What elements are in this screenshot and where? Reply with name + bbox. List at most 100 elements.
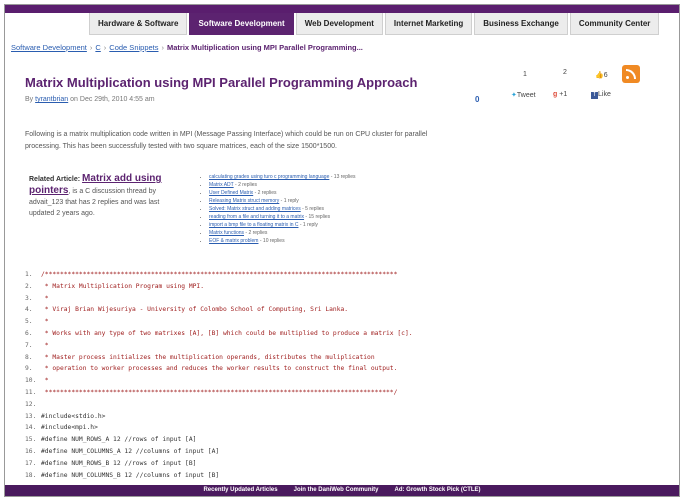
line-number: 15. — [25, 436, 37, 444]
code-text: /***************************************… — [41, 271, 398, 278]
list-item: Releasing Matrix struct memory - 1 reply — [209, 197, 419, 205]
code-line: 16. #define NUM_COLUMNS_A 12 //columns of… — [25, 446, 675, 458]
thread-link[interactable]: reading from a file and turning it to a … — [209, 214, 304, 220]
facebook-like-button[interactable]: f Like — [591, 91, 611, 99]
google-plus-button[interactable]: g +1 — [553, 91, 567, 98]
code-line: 9. * operation to worker processes and r… — [25, 363, 675, 375]
line-number: 12. — [25, 400, 37, 408]
thread-replies: - 5 replies — [300, 206, 325, 212]
rss-feed-icon[interactable] — [622, 65, 640, 83]
nav-tab-community-center[interactable]: Community Center — [569, 13, 660, 35]
line-number: 7. — [25, 341, 33, 349]
code-text: #define NUM_COLUMNS_B 12 //columns of in… — [41, 471, 220, 479]
line-number: 17. — [25, 459, 37, 467]
code-line: 5. * — [25, 316, 675, 328]
list-item: Matrix functions - 2 replies — [209, 229, 419, 237]
share-count: 2 — [563, 69, 567, 76]
join-community-link[interactable]: Join the DaniWeb Community — [294, 485, 379, 496]
thread-replies: - 15 replies — [304, 214, 331, 220]
thread-replies: - 1 reply — [298, 222, 318, 228]
nav-tab-internet-marketing[interactable]: Internet Marketing — [384, 13, 473, 35]
code-text: * Works with any type of two matrixes [A… — [41, 329, 413, 337]
thread-replies: - 2 replies — [253, 190, 277, 196]
post-date: on Dec 29th, 2010 4:55 am — [70, 96, 155, 103]
code-line: 18. #define NUM_COLUMNS_B 12 //columns of… — [25, 470, 675, 482]
code-text: * — [41, 318, 49, 326]
code-snippet: 1. /*************************************… — [25, 269, 675, 481]
code-line: 12. — [25, 399, 675, 411]
breadcrumb-current: Matrix Multiplication using MPI Parallel… — [167, 43, 363, 52]
code-line: 1. /*************************************… — [25, 269, 675, 281]
nav-tab-web-development[interactable]: Web Development — [295, 13, 383, 35]
list-item: Solved: Matrix struct and adding matrice… — [209, 205, 419, 213]
thread-replies: - 13 replies — [329, 174, 356, 180]
line-number: 2. — [25, 282, 33, 290]
tweet-button[interactable]: ✦Tweet — [511, 91, 536, 99]
line-number: 10. — [25, 377, 37, 385]
code-line: 2. * Matrix Multiplication Program using… — [25, 281, 675, 293]
thread-replies: - 2 replies — [244, 230, 268, 236]
code-text: * — [41, 377, 49, 385]
code-line: 7. * — [25, 340, 675, 352]
code-text: #include<mpi.h> — [41, 424, 98, 432]
code-text: ****************************************… — [41, 388, 398, 396]
related-threads-list: calculating grades using turo c programm… — [201, 173, 419, 245]
code-text: #define NUM_ROWS_B 12 //rows of input [B… — [41, 459, 197, 467]
nav-tab-hardware-software[interactable]: Hardware & Software — [89, 13, 188, 35]
code-text: * Master process initializes the multipl… — [41, 353, 375, 361]
breadcrumb-software-development[interactable]: Software Development — [11, 43, 87, 52]
line-number: 14. — [25, 424, 37, 432]
line-number: 6. — [25, 329, 33, 337]
bottom-toolbar: Recently Updated Articles Join the DaniW… — [5, 485, 679, 496]
code-line: 4. * Viraj Brian Wijesuriya - University… — [25, 304, 675, 316]
code-line: 8. * Master process initializes the mult… — [25, 352, 675, 364]
breadcrumb: Software Development › C › Code Snippets › Mat… — [11, 43, 363, 52]
thread-link[interactable]: import a bmp file to a floating matrix i… — [209, 222, 298, 228]
thread-link[interactable]: Releasing Matrix struct memory — [209, 198, 279, 204]
byline-prefix: By — [25, 96, 34, 103]
line-number: 1. — [25, 271, 33, 278]
google-plus-icon: g — [553, 91, 558, 98]
author-link[interactable]: tyrantbrian — [35, 96, 68, 103]
breadcrumb-separator: › — [103, 43, 107, 52]
thread-link[interactable]: Matrix ADT — [209, 182, 234, 188]
code-line: 17. #define NUM_ROWS_B 12 //rows of input… — [25, 458, 675, 470]
thread-link[interactable]: User Defined Matrix — [209, 190, 253, 196]
list-item: Matrix ADT - 2 replies — [209, 181, 419, 189]
code-text: * — [41, 294, 49, 302]
thumbs-up-icon: 👍 — [595, 72, 604, 79]
related-article-box: Related Article: Matrix add using pointe… — [29, 173, 179, 219]
thread-replies: - 2 replies — [233, 182, 257, 188]
line-number: 4. — [25, 306, 33, 314]
code-text: #include<stdio.h> — [41, 412, 106, 420]
code-text: * operation to worker processes and redu… — [41, 365, 398, 373]
line-number: 5. — [25, 318, 33, 326]
thread-link[interactable]: Solved: Matrix struct and adding matrice… — [209, 206, 301, 212]
breadcrumb-separator: › — [89, 43, 93, 52]
thread-replies: - 1 reply — [279, 198, 299, 204]
thread-replies: - 10 replies — [258, 238, 285, 244]
tweet-label: Tweet — [516, 92, 536, 99]
thread-link[interactable]: Matrix functions — [209, 230, 244, 236]
code-text: * — [41, 341, 49, 349]
list-item: reading from a file and turning it to a … — [209, 213, 419, 221]
nav-tab-software-development[interactable]: Software Development — [189, 13, 294, 35]
recently-updated-articles-link[interactable]: Recently Updated Articles — [203, 485, 277, 496]
line-number: 11. — [25, 388, 37, 396]
facebook-like-label: Like — [598, 91, 611, 98]
like-counter[interactable]: 👍6 — [595, 71, 608, 79]
breadcrumb-c[interactable]: C — [95, 43, 100, 52]
thread-link[interactable]: EOF & matrix problem — [209, 238, 258, 244]
facebook-icon: f — [591, 92, 598, 99]
breadcrumb-code-snippets[interactable]: Code Snippets — [109, 43, 158, 52]
code-line: 14. #include<mpi.h> — [25, 422, 675, 434]
line-number: 16. — [25, 447, 37, 455]
page-title: Matrix Multiplication using MPI Parallel… — [25, 75, 418, 90]
category-nav: Hardware & Software Software Development… — [89, 13, 660, 35]
code-line: 6. * Works with any type of two matrixes… — [25, 328, 675, 340]
nav-tab-business-exchange[interactable]: Business Exchange — [474, 13, 568, 35]
line-number: 8. — [25, 353, 33, 361]
ad-link[interactable]: Ad: Growth Stock Pick (CTLE) — [395, 485, 481, 496]
code-text: * Viraj Brian Wijesuriya - University of… — [41, 306, 349, 314]
thread-link[interactable]: calculating grades using turo c programm… — [209, 174, 329, 180]
